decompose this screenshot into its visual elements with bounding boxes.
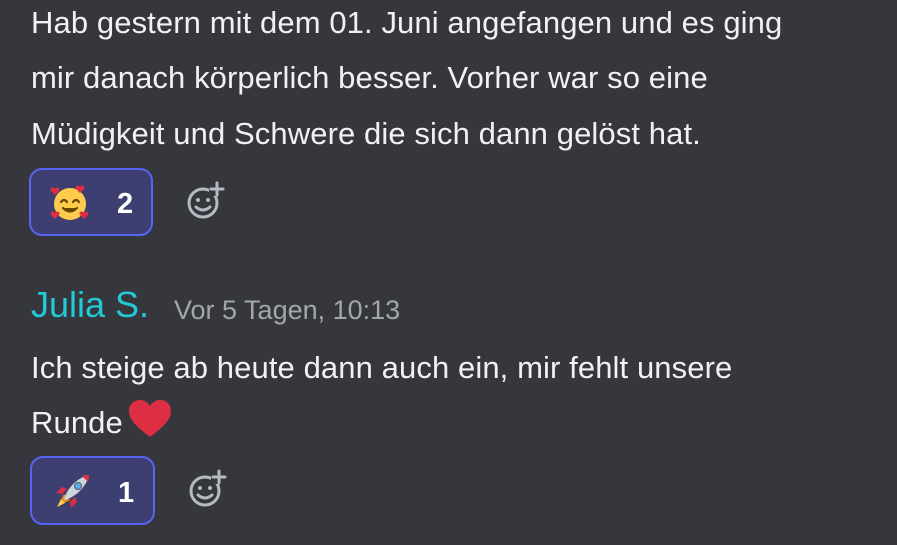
message-1-line-1: Hab gestern mit dem 01. Juni angefangen … <box>31 5 783 40</box>
add-reaction-icon[interactable] <box>185 468 229 512</box>
smiling-face-with-hearts-icon <box>50 185 89 220</box>
add-reaction-icon[interactable] <box>183 180 227 224</box>
reaction-smiling-face-with-hearts[interactable]: 2 <box>29 168 153 236</box>
message-1-line-3: Müdigkeit und Schwere die sich dann gelö… <box>31 116 701 151</box>
timestamp: Vor 5 Tagen, 10:13 <box>174 295 401 325</box>
message-2-line-2-text: Runde <box>31 405 123 440</box>
reaction-count: 2 <box>117 188 134 220</box>
rocket-icon <box>56 475 89 508</box>
reaction-rocket[interactable]: 1 <box>30 456 155 525</box>
message-2-line-1: Ich steige ab heute dann auch ein, mir f… <box>31 350 733 385</box>
message-2-line-2: Runde <box>31 395 173 451</box>
reaction-count: 1 <box>118 477 135 509</box>
message-1-line-2: mir danach körperlich besser. Vorher war… <box>31 60 708 95</box>
red-heart-icon <box>128 400 171 437</box>
author-name[interactable]: Julia S. <box>31 283 149 327</box>
